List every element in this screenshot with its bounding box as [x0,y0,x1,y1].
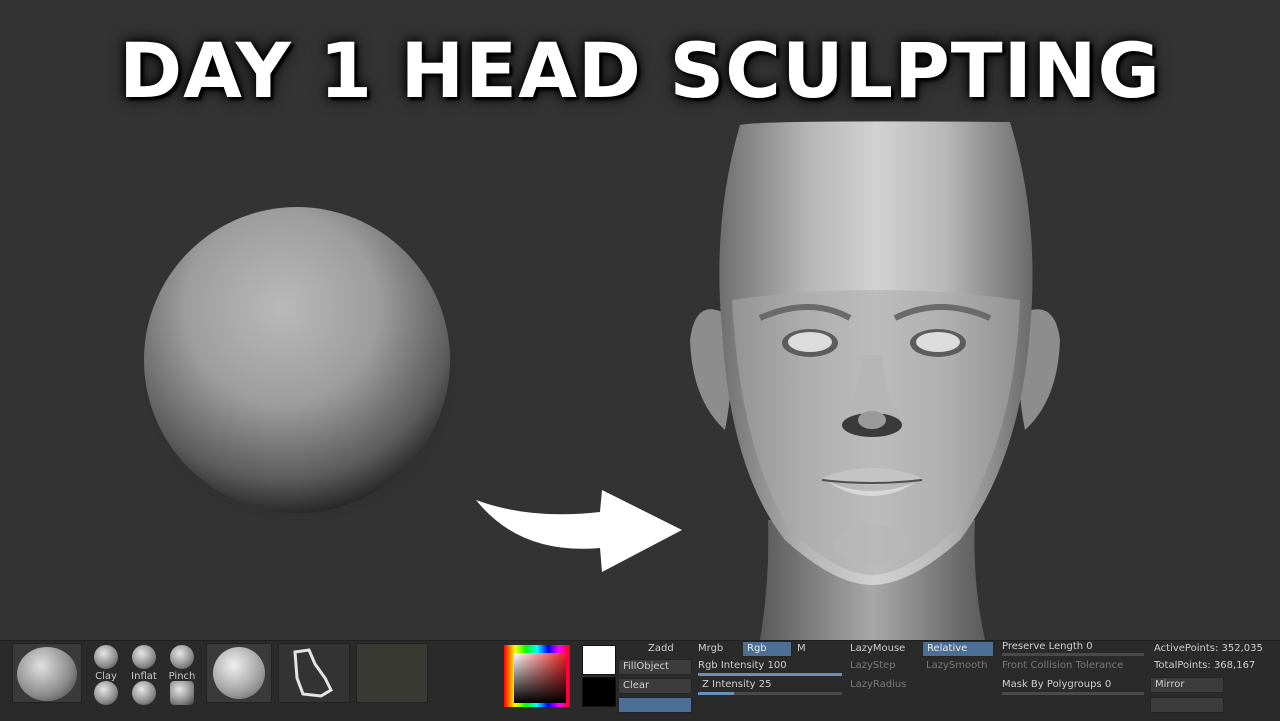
zadd-label[interactable]: Zadd [648,643,674,654]
mask-polygroups-slider[interactable]: Mask By Polygroups 0 [1002,679,1111,690]
inflat-brush-icon [132,645,156,669]
z-intensity-slider[interactable]: Z Intensity 25 [702,679,771,690]
bottom-toolbar: Clay Inflat Pinch Zadd FillObject Clear … [0,640,1280,721]
brush-extra-2[interactable] [130,681,158,705]
clay-brush-icon [94,645,118,669]
color-button-active[interactable] [618,697,692,713]
head-mesh-icon [690,121,1060,640]
brush-clay[interactable]: Clay [92,645,120,682]
stroke-icon [213,647,265,699]
main-color-swatch[interactable] [582,645,616,675]
arrow-right-icon [476,490,682,572]
brush-pinch[interactable]: Pinch [166,645,198,682]
cube-brush-icon [170,681,194,705]
color-picker[interactable] [504,645,570,707]
lazy-smooth-slider[interactable]: LazySmooth [926,660,987,671]
lazy-radius-slider[interactable]: LazyRadius [850,679,906,690]
active-points-readout: ActivePoints: 352,035 [1154,643,1263,654]
front-collision-slider[interactable]: Front Collision Tolerance [1002,660,1123,671]
brush-inflat[interactable]: Inflat [130,645,158,682]
alpha-icon [293,648,333,698]
rgb-intensity-slider[interactable]: Rgb Intensity 100 [698,660,787,671]
mask-polygroups-track[interactable] [1002,692,1144,695]
lazy-mouse-button[interactable]: LazyMouse [850,643,905,654]
brush-preview-icon [17,647,77,701]
stroke-slot[interactable] [206,643,272,703]
color-saturation-square[interactable] [514,653,566,703]
viewport-scene [140,121,1060,640]
current-brush-slot[interactable] [12,643,82,703]
alpha-slot[interactable] [278,643,350,703]
brush-extra-1[interactable] [92,681,120,705]
relative-button[interactable]: Relative [922,641,994,657]
brush-icon [132,681,156,705]
mrgb-button[interactable]: Mrgb [698,643,723,654]
preserve-length-slider[interactable]: Preserve Length 0 [1002,641,1093,652]
rgb-intensity-fill [698,673,842,676]
preserve-length-track[interactable] [1002,653,1144,656]
brush-extra-3[interactable] [168,681,196,705]
pinch-brush-icon [170,645,194,669]
secondary-color-swatch[interactable] [582,677,616,707]
sphere-mesh-icon [140,207,460,525]
toolbar-button-bottom[interactable] [1150,697,1224,713]
total-points-readout: TotalPoints: 368,167 [1154,660,1256,671]
brush-icon [94,681,118,705]
fill-object-button[interactable]: FillObject [618,659,692,675]
texture-slot[interactable] [356,643,428,703]
clear-button[interactable]: Clear [618,678,692,694]
m-button[interactable]: M [797,643,806,654]
rgb-button[interactable]: Rgb [742,641,792,657]
mirror-button[interactable]: Mirror [1150,677,1224,693]
z-intensity-fill [698,692,734,695]
lazy-step-slider[interactable]: LazyStep [850,660,896,671]
